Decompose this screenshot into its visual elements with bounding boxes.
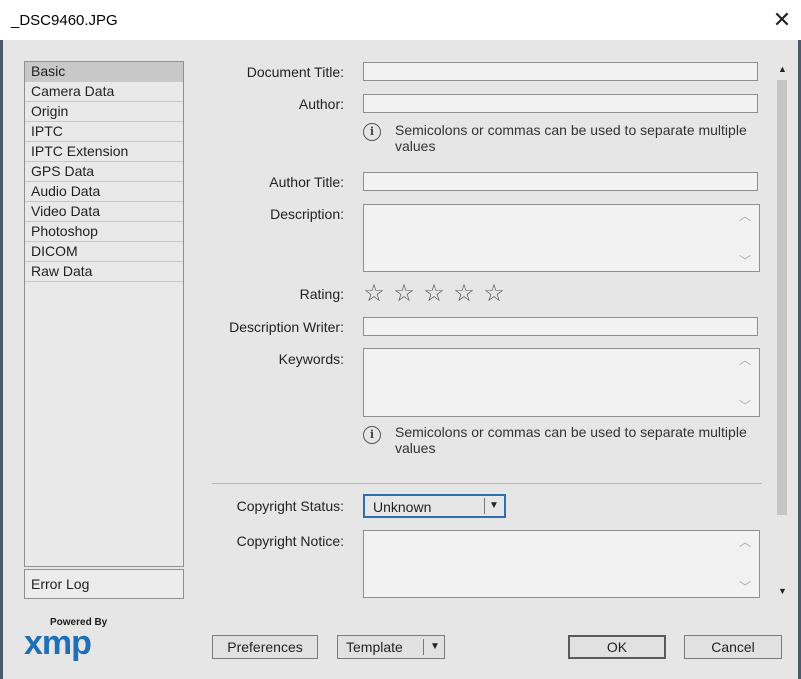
sidebar-item-iptc-extension[interactable]: IPTC Extension (25, 142, 183, 162)
category-list: Basic Camera Data Origin IPTC IPTC Exten… (24, 61, 184, 567)
sidebar-item-raw-data[interactable]: Raw Data (25, 262, 183, 282)
star-outline-icon[interactable]: ☆ (392, 282, 416, 306)
cancel-button[interactable]: Cancel (684, 635, 782, 659)
rating-stars: ☆ ☆ ☆ ☆ ☆ (362, 282, 506, 306)
sidebar-item-photoshop[interactable]: Photoshop (25, 222, 183, 242)
description-textarea[interactable]: ︿ ﹀ (363, 204, 760, 272)
copyright-status-select[interactable]: Unknown ▼ (363, 494, 506, 518)
xmp-logo: Powered By xmp (24, 614, 112, 662)
scroll-down-icon[interactable]: ▼ (778, 586, 787, 596)
close-icon[interactable]: ✕ (770, 8, 794, 32)
scroll-up-icon[interactable]: ▲ (778, 64, 787, 74)
xmp-logo-text: xmp (24, 624, 92, 662)
info-icon: i (363, 426, 381, 444)
ok-button[interactable]: OK (568, 635, 666, 659)
error-log-item[interactable]: Error Log (24, 569, 184, 599)
scroll-thumb[interactable] (777, 80, 787, 515)
sidebar-item-iptc[interactable]: IPTC (25, 122, 183, 142)
copyright-status-label: Copyright Status: (236, 498, 344, 514)
sidebar-item-dicom[interactable]: DICOM (25, 242, 183, 262)
author-input[interactable] (363, 94, 758, 113)
background-edge-left (0, 40, 3, 679)
caret-down-icon[interactable]: ▼ (430, 636, 440, 658)
star-outline-icon[interactable]: ☆ (362, 282, 386, 306)
caret-down-icon: ▼ (489, 500, 499, 511)
author-hint: Semicolons or commas can be used to sepa… (395, 122, 747, 154)
select-separator (484, 498, 485, 514)
chevron-up-icon[interactable]: ︿ (739, 533, 751, 550)
keywords-label: Keywords: (278, 351, 344, 367)
chevron-down-icon[interactable]: ﹀ (739, 397, 751, 414)
copyright-notice-label: Copyright Notice: (236, 533, 344, 549)
sidebar-item-basic[interactable]: Basic (25, 62, 183, 82)
description-writer-label: Description Writer: (229, 319, 344, 335)
sidebar-item-origin[interactable]: Origin (25, 102, 183, 122)
template-separator (423, 639, 424, 655)
chevron-up-icon[interactable]: ︿ (739, 351, 751, 368)
sidebar-item-audio-data[interactable]: Audio Data (25, 182, 183, 202)
window-title: _DSC9460.JPG (11, 12, 118, 29)
info-icon: i (363, 123, 381, 141)
sidebar-item-video-data[interactable]: Video Data (25, 202, 183, 222)
sidebar-item-camera-data[interactable]: Camera Data (25, 82, 183, 102)
copyright-notice-textarea[interactable]: ︿ ﹀ (363, 530, 760, 598)
chevron-down-icon[interactable]: ﹀ (739, 578, 751, 595)
title-bar: _DSC9460.JPG ✕ (0, 0, 801, 40)
copyright-status-value: Unknown (373, 499, 432, 515)
error-log-label: Error Log (31, 576, 90, 592)
document-title-label: Document Title: (246, 64, 344, 80)
star-outline-icon[interactable]: ☆ (452, 282, 476, 306)
description-label: Description: (270, 206, 344, 222)
chevron-down-icon[interactable]: ﹀ (739, 252, 751, 269)
author-title-input[interactable] (363, 172, 758, 191)
chevron-up-icon[interactable]: ︿ (739, 207, 751, 224)
preferences-button[interactable]: Preferences (212, 635, 318, 659)
star-outline-icon[interactable]: ☆ (422, 282, 446, 306)
star-outline-icon[interactable]: ☆ (482, 282, 506, 306)
document-title-input[interactable] (363, 62, 758, 81)
author-label: Author: (298, 96, 344, 112)
rating-label: Rating: (299, 286, 344, 302)
template-button[interactable]: Template ▼ (337, 635, 445, 659)
sidebar-item-gps-data[interactable]: GPS Data (25, 162, 183, 182)
keywords-textarea[interactable]: ︿ ﹀ (363, 348, 760, 417)
section-divider (212, 483, 762, 484)
description-writer-input[interactable] (363, 317, 758, 336)
keywords-hint: Semicolons or commas can be used to sepa… (395, 424, 747, 456)
form-scrollbar[interactable]: ▲ ▼ (774, 61, 790, 599)
author-title-label: Author Title: (269, 174, 344, 190)
template-label: Template (346, 639, 403, 655)
